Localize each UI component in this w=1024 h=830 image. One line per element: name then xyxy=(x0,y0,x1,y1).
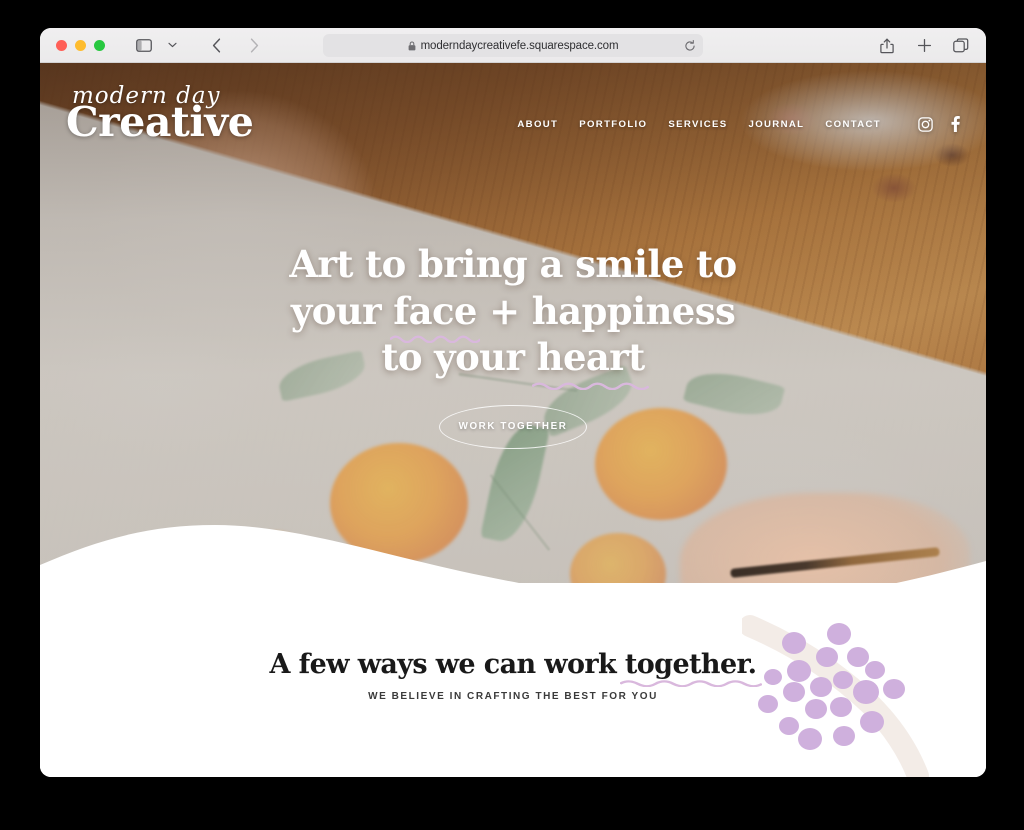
headline-squiggle-word-heart: heart xyxy=(532,334,649,390)
work-together-section: A few ways we can work together. WE BELI… xyxy=(40,583,986,777)
hero-copy: Art to bring a smile to your face + happ… xyxy=(40,241,986,449)
squiggle-underline-icon xyxy=(532,382,649,390)
nav-link-journal[interactable]: JOURNAL xyxy=(749,119,805,130)
maximize-window-button[interactable] xyxy=(94,39,105,51)
instagram-icon[interactable] xyxy=(918,116,933,132)
share-icon[interactable] xyxy=(874,34,900,58)
browser-window: moderndaycreativefe.squarespace.com mode… xyxy=(40,28,986,777)
forward-button[interactable] xyxy=(241,33,267,57)
logo-main-text: Creative xyxy=(66,98,254,146)
nav-link-about[interactable]: ABOUT xyxy=(517,119,558,130)
window-controls xyxy=(56,39,105,51)
nav-link-portfolio[interactable]: PORTFOLIO xyxy=(579,119,647,130)
section-heading-squiggle-word: together. xyxy=(619,649,762,687)
headline-line-1: Art to bring a smile to xyxy=(289,242,737,286)
reload-icon[interactable] xyxy=(684,39,696,52)
sidebar-icon[interactable] xyxy=(131,33,157,57)
hero-cta-wrap: WORK TOGETHER xyxy=(40,404,986,449)
sidebar-controls xyxy=(131,33,185,57)
section-heading-prefix: A few ways we can work xyxy=(269,649,625,680)
hero-headline: Art to bring a smile to your face + happ… xyxy=(40,241,986,390)
site-navigation: ABOUT PORTFOLIO SERVICES JOURNAL CONTACT xyxy=(517,116,960,132)
plus-icon[interactable] xyxy=(911,34,937,58)
headline-line-2-prefix: your xyxy=(290,288,394,333)
social-links xyxy=(918,116,960,132)
lock-icon xyxy=(408,40,416,51)
headline-squiggle-word-face: face xyxy=(389,288,481,344)
squiggle-underline-icon xyxy=(619,680,762,687)
toolbar-actions xyxy=(874,28,974,63)
nav-link-services[interactable]: SERVICES xyxy=(668,119,727,130)
site-logo[interactable]: modern day Creative xyxy=(66,85,254,146)
section-heading-word-together: together. xyxy=(624,649,757,680)
chevron-down-icon[interactable] xyxy=(159,33,185,57)
page-viewport: modern day Creative ABOUT PORTFOLIO SERV… xyxy=(40,63,986,777)
tabs-icon[interactable] xyxy=(948,34,974,58)
address-bar[interactable]: moderndaycreativefe.squarespace.com xyxy=(323,34,703,57)
headline-word-heart: heart xyxy=(536,335,646,380)
minimize-window-button[interactable] xyxy=(75,39,86,51)
headline-word-face: face xyxy=(393,288,477,333)
facebook-icon[interactable] xyxy=(951,116,960,132)
headline-line-3-prefix: to your xyxy=(381,335,537,380)
section-subheading: WE BELIEVE IN CRAFTING THE BEST FOR YOU xyxy=(368,691,658,702)
navigation-controls xyxy=(203,33,267,57)
work-together-button[interactable]: WORK TOGETHER xyxy=(439,404,587,449)
url-text: moderndaycreativefe.squarespace.com xyxy=(420,39,619,52)
watercolor-orange xyxy=(330,443,468,563)
close-window-button[interactable] xyxy=(56,39,67,51)
browser-toolbar: moderndaycreativefe.squarespace.com xyxy=(40,28,986,63)
hero-section: modern day Creative ABOUT PORTFOLIO SERV… xyxy=(40,63,986,583)
site-header: modern day Creative ABOUT PORTFOLIO SERV… xyxy=(40,63,986,168)
nav-link-contact[interactable]: CONTACT xyxy=(825,119,881,130)
back-button[interactable] xyxy=(203,33,229,57)
headline-line-2-suffix: + happiness xyxy=(476,288,736,333)
section-heading: A few ways we can work together. xyxy=(40,649,986,687)
